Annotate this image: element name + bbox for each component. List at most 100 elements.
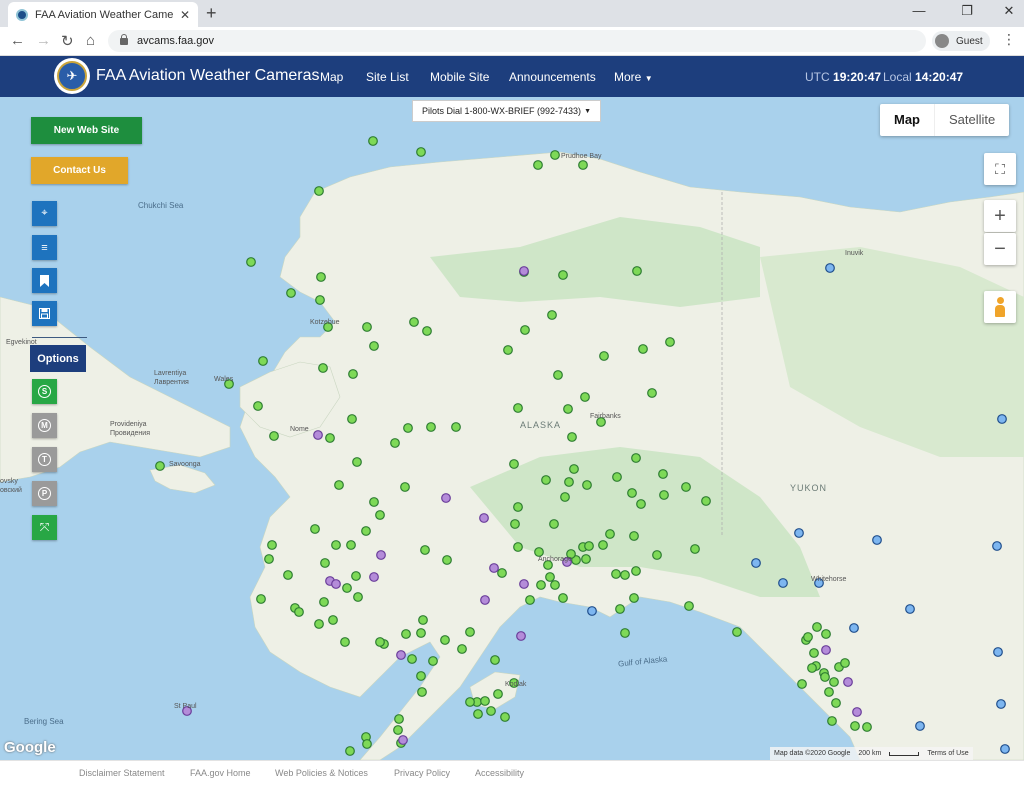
green-site-marker[interactable] xyxy=(558,593,568,603)
green-site-marker[interactable] xyxy=(346,540,356,550)
green-site-marker[interactable] xyxy=(620,570,630,580)
close-tab-icon[interactable]: ✕ xyxy=(180,8,190,22)
green-site-marker[interactable] xyxy=(584,541,594,551)
green-site-marker[interactable] xyxy=(246,257,256,267)
green-site-marker[interactable] xyxy=(258,356,268,366)
green-site-marker[interactable] xyxy=(283,570,293,580)
map-type-map-button[interactable]: Map xyxy=(880,104,934,136)
green-site-marker[interactable] xyxy=(362,322,372,332)
green-site-marker[interactable] xyxy=(490,655,500,665)
blue-site-marker[interactable] xyxy=(849,623,859,633)
green-site-marker[interactable] xyxy=(325,433,335,443)
green-site-marker[interactable] xyxy=(348,369,358,379)
green-site-marker[interactable] xyxy=(545,572,555,582)
profile-button[interactable]: Guest xyxy=(932,31,990,51)
green-site-marker[interactable] xyxy=(352,457,362,467)
green-site-marker[interactable] xyxy=(558,270,568,280)
footer-faa-home-link[interactable]: FAA.gov Home xyxy=(190,768,251,778)
green-site-marker[interactable] xyxy=(821,629,831,639)
green-site-marker[interactable] xyxy=(578,160,588,170)
blue-site-marker[interactable] xyxy=(778,578,788,588)
green-site-marker[interactable] xyxy=(599,351,609,361)
new-web-site-button[interactable]: New Web Site xyxy=(31,117,142,144)
purple-site-marker[interactable] xyxy=(489,563,499,573)
green-site-marker[interactable] xyxy=(409,317,419,327)
green-site-marker[interactable] xyxy=(362,739,372,749)
blue-site-marker[interactable] xyxy=(996,699,1006,709)
purple-site-marker[interactable] xyxy=(516,631,526,641)
map-canvas[interactable]: Chukchi Sea Prudhoe Bay Inuvik Kotzebue … xyxy=(0,97,1024,760)
browser-tab[interactable]: FAA Aviation Weather Cameras - ✕ xyxy=(8,2,198,27)
purple-site-marker[interactable] xyxy=(396,650,406,660)
green-site-marker[interactable] xyxy=(513,403,523,413)
green-site-marker[interactable] xyxy=(681,482,691,492)
green-site-marker[interactable] xyxy=(567,432,577,442)
green-site-marker[interactable] xyxy=(264,554,274,564)
close-window-icon[interactable]: ✕ xyxy=(994,3,1024,19)
green-site-marker[interactable] xyxy=(638,344,648,354)
green-site-marker[interactable] xyxy=(658,469,668,479)
footer-web-policies-link[interactable]: Web Policies & Notices xyxy=(275,768,368,778)
green-site-marker[interactable] xyxy=(418,615,428,625)
green-site-marker[interactable] xyxy=(809,648,819,658)
green-site-marker[interactable] xyxy=(480,696,490,706)
green-site-marker[interactable] xyxy=(550,580,560,590)
green-site-marker[interactable] xyxy=(631,453,641,463)
green-site-marker[interactable] xyxy=(393,725,403,735)
purple-site-marker[interactable] xyxy=(479,513,489,523)
green-site-marker[interactable] xyxy=(509,459,519,469)
contact-us-button[interactable]: Contact Us xyxy=(31,157,128,184)
green-site-marker[interactable] xyxy=(451,422,461,432)
options-button[interactable]: Options xyxy=(30,345,86,372)
blue-site-marker[interactable] xyxy=(751,558,761,568)
green-site-marker[interactable] xyxy=(328,615,338,625)
green-site-marker[interactable] xyxy=(369,341,379,351)
green-site-marker[interactable] xyxy=(550,150,560,160)
green-site-marker[interactable] xyxy=(375,510,385,520)
green-site-marker[interactable] xyxy=(605,529,615,539)
green-site-marker[interactable] xyxy=(342,583,352,593)
green-site-marker[interactable] xyxy=(353,592,363,602)
green-site-marker[interactable] xyxy=(457,644,467,654)
green-site-marker[interactable] xyxy=(422,326,432,336)
blue-site-marker[interactable] xyxy=(872,535,882,545)
green-site-marker[interactable] xyxy=(473,709,483,719)
green-site-marker[interactable] xyxy=(647,388,657,398)
green-site-marker[interactable] xyxy=(369,497,379,507)
green-site-marker[interactable] xyxy=(416,671,426,681)
pilots-dial-dropdown[interactable]: Pilots Dial 1-800-WX-BRIEF (992-7433) ▼ xyxy=(412,100,601,122)
locate-button[interactable]: ⌖ xyxy=(32,201,57,226)
green-site-marker[interactable] xyxy=(497,568,507,578)
green-site-marker[interactable] xyxy=(598,540,608,550)
green-site-marker[interactable] xyxy=(442,555,452,565)
purple-site-marker[interactable] xyxy=(313,430,323,440)
green-site-marker[interactable] xyxy=(310,524,320,534)
green-site-marker[interactable] xyxy=(560,492,570,502)
green-site-marker[interactable] xyxy=(807,663,817,673)
zoom-out-button[interactable]: − xyxy=(984,233,1016,265)
green-site-marker[interactable] xyxy=(294,607,304,617)
nav-more[interactable]: More ▼ xyxy=(614,70,653,84)
nav-mobile-site[interactable]: Mobile Site xyxy=(430,70,489,84)
green-site-marker[interactable] xyxy=(563,404,573,414)
nav-announcements[interactable]: Announcements xyxy=(509,70,596,84)
green-site-marker[interactable] xyxy=(416,628,426,638)
green-site-marker[interactable] xyxy=(620,628,630,638)
purple-site-marker[interactable] xyxy=(398,735,408,745)
purple-site-marker[interactable] xyxy=(852,707,862,717)
green-site-marker[interactable] xyxy=(269,431,279,441)
green-site-marker[interactable] xyxy=(684,601,694,611)
filter-s-button[interactable]: S xyxy=(32,379,57,404)
green-site-marker[interactable] xyxy=(533,160,543,170)
green-site-marker[interactable] xyxy=(862,722,872,732)
green-site-marker[interactable] xyxy=(652,550,662,560)
footer-disclaimer-link[interactable]: Disclaimer Statement xyxy=(79,768,165,778)
green-site-marker[interactable] xyxy=(503,345,513,355)
green-site-marker[interactable] xyxy=(612,472,622,482)
green-site-marker[interactable] xyxy=(732,627,742,637)
purple-site-marker[interactable] xyxy=(376,550,386,560)
green-site-marker[interactable] xyxy=(829,677,839,687)
green-site-marker[interactable] xyxy=(340,637,350,647)
green-site-marker[interactable] xyxy=(824,687,834,697)
green-site-marker[interactable] xyxy=(390,438,400,448)
